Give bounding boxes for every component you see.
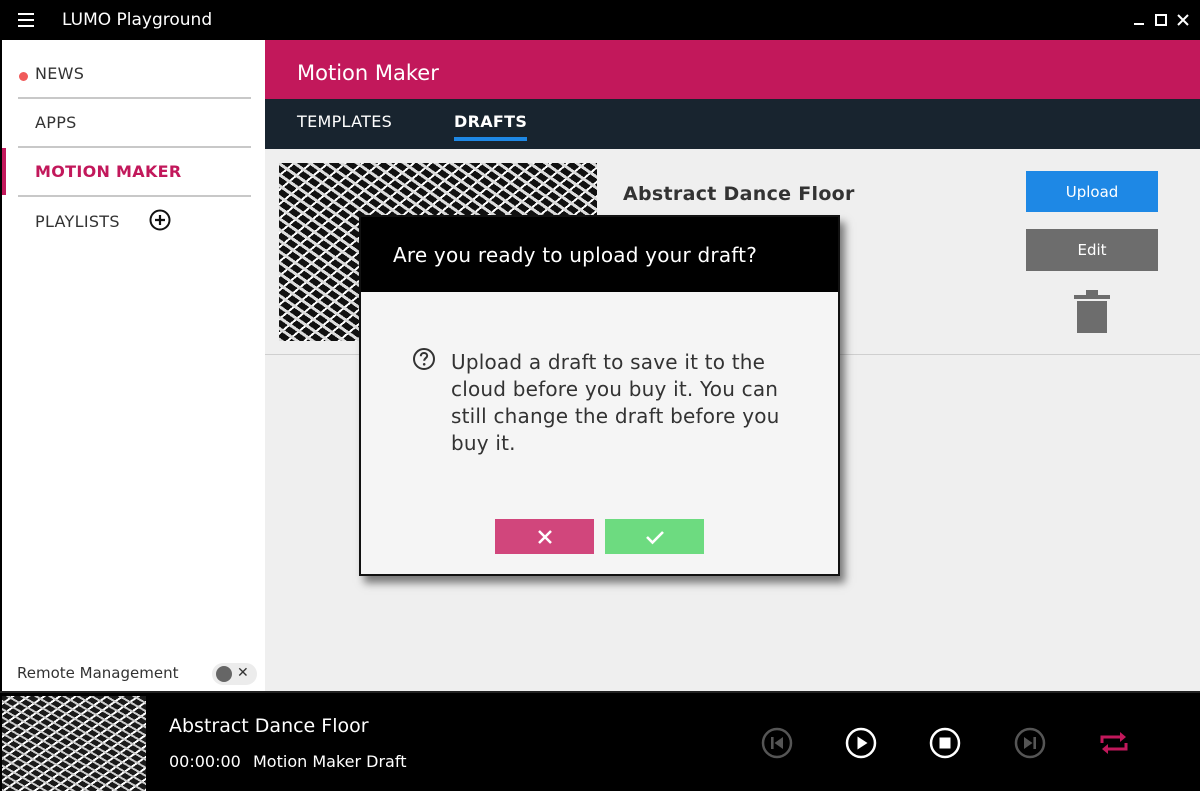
minimize-icon [1134, 23, 1144, 25]
toggle-knob [216, 666, 232, 682]
notification-dot [19, 72, 28, 81]
dialog-header: Are you ready to upload your draft? [361, 217, 838, 292]
hamburger-menu-icon[interactable] [18, 13, 34, 27]
player-thumbnail [2, 696, 146, 791]
confirm-button[interactable] [605, 519, 704, 554]
previous-icon[interactable] [761, 727, 793, 759]
next-icon[interactable] [1014, 727, 1046, 759]
cancel-button[interactable] [495, 519, 594, 554]
sidebar-item-label: APPS [35, 113, 77, 132]
track-time: 00:00:00 [169, 752, 241, 771]
sidebar-item-label: PLAYLISTS [35, 212, 120, 231]
title-bar: LUMO Playground [0, 0, 1200, 40]
tab-bar: TEMPLATES DRAFTS [265, 99, 1200, 149]
window-controls [1128, 8, 1194, 32]
trash-icon[interactable] [1073, 289, 1111, 333]
minimize-button[interactable] [1128, 8, 1150, 32]
sidebar-item-motion-maker[interactable]: MOTION MAKER [2, 148, 251, 197]
add-playlist-icon[interactable] [149, 209, 171, 231]
check-icon [645, 530, 664, 544]
sidebar: NEWS APPS MOTION MAKER PLAYLISTS Remote … [0, 40, 265, 691]
active-indicator [2, 148, 6, 195]
stop-icon[interactable] [929, 727, 961, 759]
sidebar-item-news[interactable]: NEWS [18, 50, 251, 99]
tab-templates[interactable]: TEMPLATES [297, 112, 392, 131]
upload-confirm-dialog: Are you ready to upload your draft? Uplo… [359, 215, 840, 576]
main-header: Motion Maker [265, 40, 1200, 99]
close-icon [537, 529, 552, 544]
dialog-title: Are you ready to upload your draft? [393, 243, 758, 267]
close-icon [1177, 14, 1189, 26]
sidebar-item-playlists[interactable]: PLAYLISTS [18, 197, 251, 246]
app-title: LUMO Playground [62, 10, 213, 30]
sidebar-item-apps[interactable]: APPS [18, 99, 251, 148]
page-title: Motion Maker [297, 61, 439, 85]
remote-management-label: Remote Management [17, 664, 179, 682]
track-subtitle: Motion Maker Draft [253, 752, 407, 771]
track-title: Abstract Dance Floor [169, 715, 369, 737]
maximize-icon [1155, 14, 1167, 26]
remote-management-toggle[interactable]: ✕ [212, 663, 257, 685]
edit-button[interactable]: Edit [1026, 229, 1158, 271]
close-button[interactable] [1172, 8, 1194, 32]
dialog-message: Upload a draft to save it to the cloud b… [451, 350, 780, 455]
upload-button[interactable]: Upload [1026, 171, 1158, 212]
sidebar-item-label: NEWS [35, 64, 85, 83]
sidebar-item-label: MOTION MAKER [35, 162, 182, 181]
question-icon [413, 348, 435, 370]
maximize-button[interactable] [1150, 8, 1172, 32]
play-icon[interactable] [845, 727, 877, 759]
repeat-icon[interactable] [1097, 727, 1131, 759]
tab-drafts[interactable]: DRAFTS [454, 112, 528, 141]
media-player: Abstract Dance Floor 00:00:00 Motion Mak… [0, 691, 1200, 791]
draft-title: Abstract Dance Floor [623, 183, 855, 205]
toggle-off-icon: ✕ [237, 665, 249, 681]
